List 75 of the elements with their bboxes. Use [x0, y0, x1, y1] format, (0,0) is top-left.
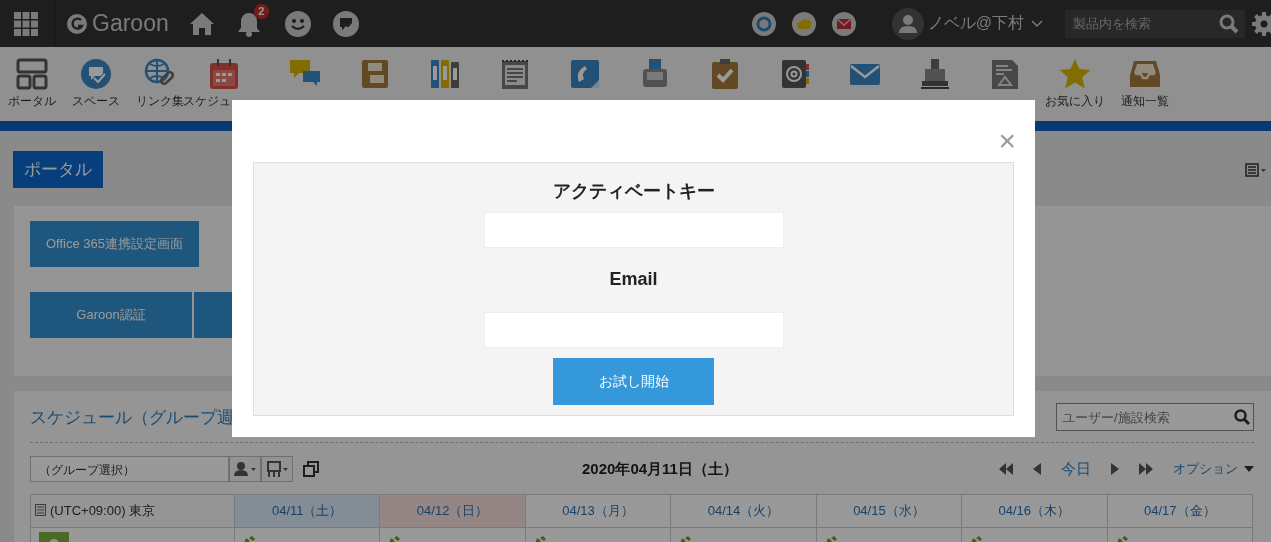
previous-icon[interactable]	[1033, 463, 1041, 475]
pencil-icon[interactable]	[1115, 536, 1130, 542]
caret-icon	[1244, 466, 1254, 472]
list-menu-icon[interactable]	[1245, 162, 1267, 177]
building-icon	[35, 504, 46, 516]
binders-icon[interactable]	[429, 58, 461, 90]
today-link[interactable]: 今日	[1061, 459, 1091, 479]
chat-check-icon[interactable]	[332, 10, 359, 37]
clipboard-check-icon[interactable]	[709, 58, 741, 90]
day-header[interactable]: 04/14（火）	[670, 494, 817, 528]
user-picker-icon[interactable]	[229, 456, 261, 482]
next-icon[interactable]	[1111, 463, 1119, 475]
day-header[interactable]: 04/12（日）	[379, 494, 526, 528]
settings-icon[interactable]	[1251, 10, 1271, 37]
facility-picker-icon[interactable]	[261, 456, 293, 482]
search-field[interactable]: ユーザー/施設検索	[1056, 403, 1254, 431]
search-icon[interactable]	[1219, 13, 1239, 34]
logo-icon	[67, 13, 87, 34]
bulletin-board-icon[interactable]	[359, 58, 391, 90]
logo-text: Garoon	[92, 10, 169, 37]
pencil-icon[interactable]	[243, 536, 257, 542]
search-icon[interactable]	[1234, 409, 1250, 425]
phone-memo-icon[interactable]	[569, 58, 601, 90]
copy-icon[interactable]	[303, 461, 319, 477]
day-header[interactable]: 04/11（土）	[234, 494, 380, 528]
pencil-icon[interactable]	[970, 536, 985, 542]
fast-forward-icon[interactable]	[1139, 463, 1153, 475]
toolbar-label[interactable]: ポータル	[8, 93, 56, 110]
notification-badge: 2	[253, 3, 269, 19]
link-button[interactable]: Garoon認証	[30, 292, 192, 338]
link-button[interactable]: Office 365連携設定画面	[30, 221, 200, 267]
ring-icon[interactable]	[751, 11, 776, 36]
notepad-icon[interactable]	[499, 58, 531, 90]
start-trial-button[interactable]: お試し開始	[553, 358, 714, 405]
calendar-icon[interactable]	[208, 58, 240, 90]
user-menu[interactable]: ノベル@下村	[927, 13, 1043, 34]
toolbar-label[interactable]: スペース	[72, 93, 120, 110]
stamp-icon[interactable]	[919, 58, 951, 90]
day-header[interactable]: 04/13（月）	[525, 494, 671, 528]
layout-icon[interactable]	[16, 58, 48, 90]
star-icon[interactable]	[1059, 58, 1091, 90]
pencil-icon[interactable]	[824, 536, 839, 542]
toolbar-label[interactable]: スケジュ	[183, 93, 231, 110]
group-select[interactable]: （グループ選択）	[30, 456, 229, 482]
timezone-label: (UTC+09:00) 東京	[50, 503, 156, 518]
pencil-icon[interactable]	[533, 536, 548, 542]
chevron-icon	[1031, 19, 1043, 28]
toolbar-label[interactable]: お気に入り	[1045, 93, 1105, 110]
toolbar-label[interactable]: リンク集	[136, 93, 184, 110]
day-header[interactable]: 04/17（金）	[1107, 494, 1253, 528]
chat-bubble-icon[interactable]	[80, 58, 112, 90]
app-grid-icon[interactable]	[14, 11, 38, 36]
day-header[interactable]: 04/15（水）	[816, 494, 962, 528]
page-title: ポータル	[13, 151, 103, 188]
user-avatar-icon	[39, 532, 69, 542]
mail-icon[interactable]	[831, 11, 856, 36]
inbox-tray-icon[interactable]	[1129, 58, 1161, 90]
field-label: アクティベートキー	[552, 180, 715, 203]
search-field[interactable]: 製品内を検索	[1065, 9, 1245, 38]
rewind-icon[interactable]	[999, 463, 1013, 475]
close-button[interactable]: ×	[998, 127, 1016, 155]
current-date: 2020年04月11日（土）	[581, 459, 739, 479]
avatar-icon	[891, 7, 924, 40]
day-header[interactable]: 04/16（木）	[961, 494, 1108, 528]
toolbar-label[interactable]: 通知一覧	[1121, 93, 1169, 110]
pencil-icon[interactable]	[388, 536, 403, 542]
address-book-icon[interactable]	[779, 58, 811, 90]
options-menu[interactable]: オプション	[1173, 460, 1254, 478]
smiley-icon[interactable]	[284, 10, 311, 37]
pencil-icon[interactable]	[679, 536, 694, 542]
cloud-icon[interactable]	[791, 11, 816, 36]
field-label: Email	[609, 269, 658, 290]
report-icon[interactable]	[989, 58, 1021, 90]
portlet-title[interactable]: スケジュール（グループ週	[30, 405, 234, 429]
home-icon[interactable]	[188, 11, 215, 36]
